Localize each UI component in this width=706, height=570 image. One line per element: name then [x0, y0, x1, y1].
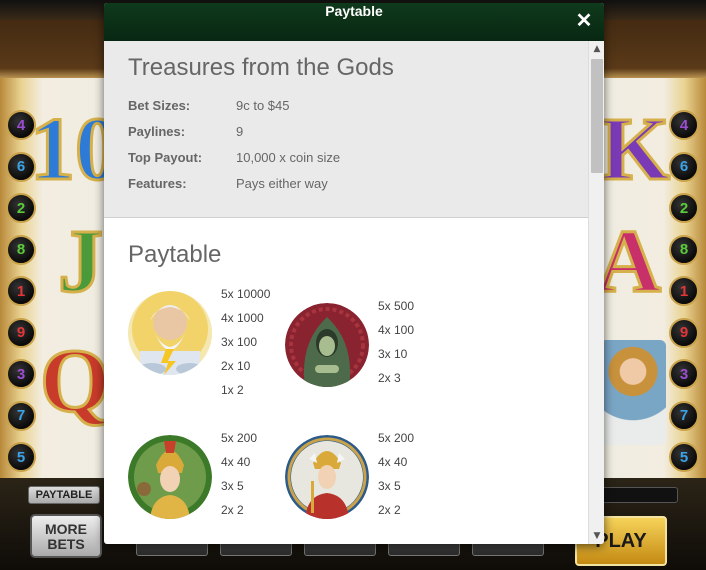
balance-meter: [596, 487, 678, 503]
payline-marker-left: 5: [6, 442, 36, 472]
pay-line: 3x 5: [378, 479, 401, 493]
paytable-modal: Paytable ✕ Treasures from the Gods Bet S…: [104, 3, 604, 544]
payline-marker-right: 3: [669, 359, 699, 389]
payline-marker-left: 8: [6, 234, 36, 265]
paylines-right: 4 6 2 8 1 9 3 7 5: [669, 110, 699, 484]
payline-marker-left: 2: [6, 193, 36, 223]
scrollbar-thumb[interactable]: [591, 59, 603, 173]
paytable-button[interactable]: PAYTABLE: [28, 486, 100, 504]
payline-marker-left: 4: [6, 110, 36, 140]
pay-line: 5x 500: [378, 299, 415, 313]
scroll-down-arrow-icon[interactable]: ▼: [589, 528, 604, 544]
modal-header: Paytable ✕: [104, 3, 604, 42]
modal-content[interactable]: Treasures from the Gods Bet Sizes: 9c to…: [104, 41, 588, 544]
more-bets-label-1: MORE: [45, 521, 87, 537]
info-value: 9c to $45: [236, 98, 290, 113]
reel-symbol-jack: J: [57, 211, 105, 313]
pay-line: 5x 10000: [221, 287, 271, 301]
info-label: Bet Sizes:: [128, 98, 191, 113]
payline-marker-right: 7: [669, 400, 699, 431]
reel-symbol-goddess: [600, 340, 666, 445]
paytable-symbol: 5x 200 4x 40 3x 5 2x 2: [285, 431, 465, 525]
hermes-icon: [285, 435, 369, 519]
info-value: 9: [236, 124, 244, 139]
payline-marker-right: 1: [669, 276, 699, 306]
reel-symbol-queen: Q: [38, 331, 111, 433]
paytable-symbol: 5x 10000 4x 1000 3x 100 2x 10 1x 2: [128, 287, 308, 401]
payline-marker-left: 9: [6, 317, 36, 348]
more-bets-label-2: BETS: [47, 536, 85, 552]
payline-marker-right: 5: [669, 442, 699, 472]
reel-symbol-king: K: [598, 99, 671, 201]
paytable-heading: Paytable: [128, 241, 222, 268]
pay-line: 2x 2: [378, 503, 401, 517]
pay-line: 4x 40: [378, 455, 408, 469]
payline-marker-right: 8: [669, 234, 699, 265]
payline-marker-right: 6: [669, 151, 699, 182]
payline-marker-left: 3: [6, 359, 36, 389]
info-label: Paylines:: [128, 124, 186, 139]
athena-icon: [128, 435, 212, 519]
payline-marker-left: 1: [6, 276, 36, 306]
game-title: Treasures from the Gods: [128, 54, 394, 81]
payline-marker-right: 4: [669, 110, 699, 140]
more-bets-button[interactable]: MORE BETS: [30, 514, 102, 558]
info-label: Features:: [128, 176, 187, 191]
paytable-symbol: 5x 200 4x 40 3x 5 2x 2: [128, 431, 308, 525]
pay-line: 2x 3: [378, 371, 401, 385]
payline-marker-right: 9: [669, 317, 699, 348]
modal-title: Paytable: [325, 3, 383, 19]
reel-symbol-ace: A: [595, 211, 663, 313]
payline-marker-right: 2: [669, 193, 699, 223]
paytable-symbol: 5x 500 4x 100 3x 10 2x 3: [285, 299, 465, 393]
payline-marker-left: 6: [6, 151, 36, 182]
paylines-left: 4 6 2 8 1 9 3 7 5: [6, 110, 36, 484]
vertical-scrollbar[interactable]: ▲ ▼: [588, 41, 604, 544]
pay-line: 5x 200: [378, 431, 415, 445]
scroll-up-arrow-icon[interactable]: ▲: [589, 41, 604, 57]
game-summary: Treasures from the Gods Bet Sizes: 9c to…: [104, 41, 588, 218]
zeus-icon: [128, 291, 212, 375]
info-label: Top Payout:: [128, 150, 203, 165]
info-value: Pays either way: [236, 176, 328, 191]
pay-line: 3x 10: [378, 347, 408, 361]
payline-marker-left: 7: [6, 400, 36, 431]
hooded-god-icon: [285, 303, 369, 387]
pay-line: 4x 100: [378, 323, 415, 337]
close-icon[interactable]: ✕: [574, 11, 594, 31]
info-value: 10,000 x coin size: [236, 150, 341, 165]
